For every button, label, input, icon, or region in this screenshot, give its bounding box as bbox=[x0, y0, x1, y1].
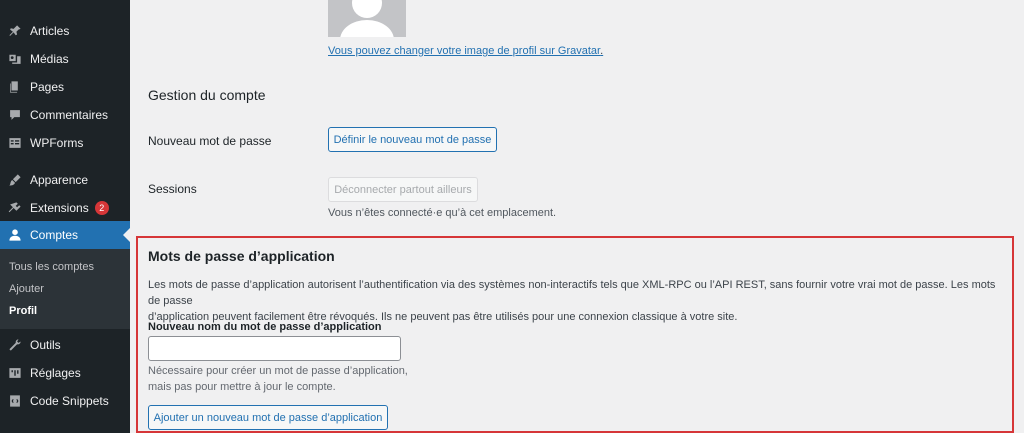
application-passwords-title: Mots de passe d’application bbox=[148, 248, 335, 264]
menu-item-comments[interactable]: Commentaires bbox=[0, 101, 130, 129]
menu-item-comptes[interactable]: Comptes bbox=[0, 221, 130, 249]
description-line: Les mots de passe d’application autorise… bbox=[148, 279, 996, 307]
menu-item-label: Réglages bbox=[30, 366, 81, 380]
menu-item-tools[interactable]: Outils bbox=[0, 331, 130, 359]
account-section-title: Gestion du compte bbox=[148, 87, 266, 103]
submenu-item-all-accounts[interactable]: Tous les comptes bbox=[9, 261, 94, 273]
logout-everywhere-button[interactable]: Déconnecter partout ailleurs bbox=[328, 177, 478, 202]
plugin-icon bbox=[8, 201, 22, 215]
menu-item-label: Outils bbox=[30, 338, 61, 352]
menu-item-code-snippets[interactable]: Code Snippets bbox=[0, 387, 130, 415]
gravatar-link-suffix: . bbox=[600, 45, 604, 57]
application-passwords-section bbox=[136, 236, 1014, 433]
update-count-badge: 2 bbox=[94, 201, 109, 215]
menu-item-label: Pages bbox=[30, 80, 65, 94]
set-new-password-button[interactable]: Définir le nouveau mot de passe bbox=[328, 127, 497, 152]
menu-item-label: Extensions bbox=[30, 201, 89, 215]
app-password-name-input[interactable] bbox=[148, 336, 401, 361]
menu-item-label: Comptes bbox=[30, 228, 79, 242]
active-indicator bbox=[123, 228, 130, 242]
menu-item-label: Médias bbox=[30, 52, 69, 66]
menu-item-label: Code Snippets bbox=[30, 394, 109, 408]
settings-icon bbox=[8, 366, 22, 380]
app-password-name-label: Nouveau nom du mot de passe d’applicatio… bbox=[148, 321, 382, 333]
add-application-password-button[interactable]: Ajouter un nouveau mot de passe d’applic… bbox=[148, 405, 388, 430]
menu-item-medias[interactable]: Médias bbox=[0, 45, 130, 73]
menu-item-extensions[interactable]: Extensions 2 bbox=[0, 194, 130, 222]
menu-item-wpforms[interactable]: WPForms bbox=[0, 129, 130, 157]
new-password-label: Nouveau mot de passe bbox=[148, 134, 272, 148]
menu-item-appearance[interactable]: Apparence bbox=[0, 166, 130, 194]
app-password-help-line: Nécessaire pour créer un mot de passe d’… bbox=[148, 365, 408, 377]
application-passwords-description: Les mots de passe d’application autorise… bbox=[148, 277, 1008, 325]
gravatar-link[interactable]: Vous pouvez changer votre image de profi… bbox=[328, 45, 600, 57]
menu-item-label: Apparence bbox=[30, 173, 89, 187]
comptes-submenu: Tous les comptes Ajouter Profil bbox=[0, 249, 130, 329]
menu-item-articles[interactable]: Articles bbox=[0, 17, 130, 45]
wrench-icon bbox=[8, 338, 22, 352]
sessions-description: Vous n’êtes connecté·e qu’à cet emplacem… bbox=[328, 207, 557, 219]
comments-icon bbox=[8, 108, 22, 122]
sessions-label: Sessions bbox=[148, 182, 197, 196]
pin-icon bbox=[8, 24, 22, 38]
user-icon bbox=[8, 228, 22, 242]
forms-icon bbox=[8, 136, 22, 150]
menu-item-settings[interactable]: Réglages bbox=[0, 359, 130, 387]
menu-item-label: Articles bbox=[30, 24, 70, 38]
submenu-item-profile[interactable]: Profil bbox=[9, 305, 37, 317]
admin-sidebar: Articles Médias Pages Commentaires WPFor… bbox=[0, 0, 130, 433]
avatar bbox=[328, 0, 406, 37]
menu-item-label: WPForms bbox=[30, 136, 84, 150]
brush-icon bbox=[8, 173, 22, 187]
gravatar-link-wrapper: Vous pouvez changer votre image de profi… bbox=[328, 45, 603, 57]
media-icon bbox=[8, 52, 22, 66]
menu-item-label: Commentaires bbox=[30, 108, 109, 122]
app-password-help-line: mais pas pour mettre à jour le compte. bbox=[148, 381, 336, 393]
pages-icon bbox=[8, 80, 22, 94]
submenu-item-add[interactable]: Ajouter bbox=[9, 283, 44, 295]
snippets-icon bbox=[8, 394, 22, 408]
menu-item-pages[interactable]: Pages bbox=[0, 73, 130, 101]
